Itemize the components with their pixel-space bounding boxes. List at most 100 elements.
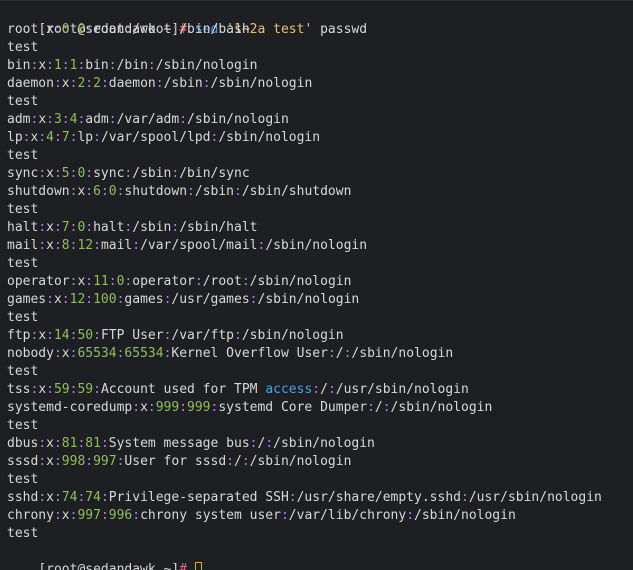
field-separator: : xyxy=(100,436,109,451)
field-number: 74 xyxy=(61,490,78,505)
field-text: /usr/sbin/nologin xyxy=(468,490,602,505)
field-number: 998 xyxy=(61,454,86,469)
field-separator: : xyxy=(367,400,375,415)
field-separator: : xyxy=(53,436,62,451)
field-separator: : xyxy=(53,346,62,361)
field-separator: : xyxy=(108,58,117,73)
field-number: 7 xyxy=(61,130,70,145)
field-text: games xyxy=(124,292,164,307)
field-text: games xyxy=(7,292,47,307)
field-text: /var/spool/lpd xyxy=(100,130,211,145)
output-line: test xyxy=(7,471,633,489)
field-separator: : xyxy=(38,490,47,505)
field-text: / xyxy=(320,382,328,397)
field-text: x xyxy=(46,454,54,469)
field-separator: : xyxy=(85,274,94,289)
output-line: sync:x:5:0:sync:/sbin:/bin/sync xyxy=(7,165,633,183)
output-line: dbus:x:81:81:System message bus:/:/sbin/… xyxy=(7,435,633,453)
field-separator: : xyxy=(241,454,250,469)
field-number: 3 xyxy=(53,112,62,127)
field-number: 1 xyxy=(53,58,62,73)
field-text: /usr/sbin/nologin xyxy=(335,382,469,397)
field-text: sync xyxy=(93,166,125,181)
output-line: ftp:x:14:50:FTP User:/var/ftp:/sbin/nolo… xyxy=(7,327,633,345)
field-separator: : xyxy=(288,490,297,505)
field-separator: : xyxy=(100,184,109,199)
field-text: Kernel Overflow User xyxy=(171,346,328,361)
field-text: chrony xyxy=(7,508,54,523)
output-line: test xyxy=(7,525,633,543)
field-separator: : xyxy=(46,328,54,343)
field-separator: : xyxy=(132,238,141,253)
field-number: 4 xyxy=(46,130,54,145)
field-text: x xyxy=(61,508,70,523)
field-text: /root xyxy=(132,22,172,37)
field-text: /sbin/halt xyxy=(179,220,258,235)
field-text: bin xyxy=(7,58,31,73)
field-separator: : xyxy=(38,22,47,37)
field-text: /sbin/nologin xyxy=(218,130,321,145)
field-text: test xyxy=(7,526,39,541)
field-text: /usr/games xyxy=(171,292,250,307)
field-separator: : xyxy=(460,490,469,505)
field-text: x xyxy=(140,400,148,415)
text-cursor xyxy=(194,562,202,570)
field-text: operator xyxy=(7,274,70,289)
output-line: shutdown:x:6:0:shutdown:/sbin:/sbin/shut… xyxy=(7,183,633,201)
field-text: test xyxy=(7,148,39,163)
field-separator: : xyxy=(179,400,188,415)
field-text: /sbin/nologin xyxy=(187,112,289,127)
field-text: daemon xyxy=(108,76,156,91)
field-text: / xyxy=(374,400,383,415)
field-separator: : xyxy=(234,184,242,199)
field-separator: : xyxy=(327,382,336,397)
output-line: sshd:x:74:74:Privilege-separated SSH:/us… xyxy=(7,489,633,507)
field-number: 59 xyxy=(53,382,70,397)
field-number: 59 xyxy=(77,382,94,397)
field-separator: : xyxy=(85,454,94,469)
prompt-user-host: [root@sedandawk ~] xyxy=(38,562,180,570)
field-text: /var/ftp xyxy=(171,328,235,343)
output-line: games:x:12:100:games:/usr/games:/sbin/no… xyxy=(7,291,633,309)
field-separator: : xyxy=(53,76,62,91)
field-text: adm xyxy=(85,112,109,127)
field-separator: : xyxy=(53,454,62,469)
field-text: test xyxy=(7,256,39,271)
field-text: x xyxy=(46,238,54,253)
field-text: operator xyxy=(132,274,195,289)
field-text: /var/lib/chrony xyxy=(288,508,407,523)
field-separator: : xyxy=(132,400,141,415)
field-number: 100 xyxy=(93,292,117,307)
field-separator: : xyxy=(249,292,258,307)
field-separator: : xyxy=(85,184,94,199)
field-separator: : xyxy=(265,436,274,451)
field-separator: : xyxy=(100,508,109,523)
output-line: halt:x:7:0:halt:/sbin:/sbin/halt xyxy=(7,219,633,237)
field-separator: : xyxy=(53,130,62,145)
command-output: root:x:0:0:root:/root:/bin/bash test bin:x… xyxy=(7,21,633,543)
field-number: 7 xyxy=(61,220,70,235)
field-text: x xyxy=(38,382,47,397)
output-line: test xyxy=(7,417,633,435)
input-line[interactable]: [root@sedandawk ~]# xyxy=(7,543,633,570)
field-text: /sbin/nologin xyxy=(249,454,352,469)
output-line: operator:x:11:0:operator:/root:/sbin/nol… xyxy=(7,273,633,291)
output-line: test xyxy=(7,363,633,381)
field-text: /bin/bash xyxy=(179,22,250,37)
field-number: 5 xyxy=(61,166,70,181)
output-line: test xyxy=(7,201,633,219)
output-line: chrony:x:997:996:chrony system user:/var… xyxy=(7,507,633,525)
field-separator: : xyxy=(61,58,70,73)
field-separator: : xyxy=(38,454,47,469)
terminal-window[interactable]: [root@sedandawk ~]# sed '1~2a test' pass… xyxy=(0,0,633,570)
field-text: /sbin/nologin xyxy=(241,328,344,343)
field-text: test xyxy=(7,364,39,379)
field-text: mail xyxy=(100,238,133,253)
field-text: /sbin/nologin xyxy=(155,58,258,73)
field-number: 14 xyxy=(53,328,70,343)
field-separator: : xyxy=(108,274,117,289)
field-separator: : xyxy=(155,76,164,91)
field-text: halt xyxy=(7,220,39,235)
field-text: /var/adm xyxy=(116,112,180,127)
field-text: /var/spool/mail xyxy=(140,238,258,253)
